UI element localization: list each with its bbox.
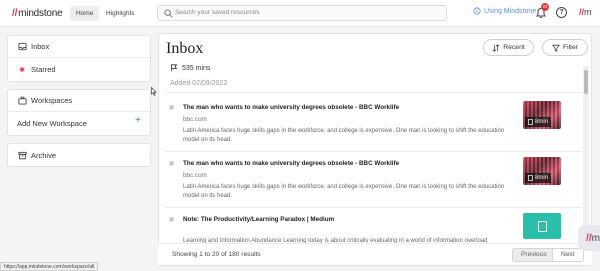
sidebar-item-workspaces[interactable]: Workspaces [8, 90, 150, 111]
sidebar-item-inbox[interactable]: Inbox [8, 36, 150, 57]
add-workspace-button[interactable]: + [135, 115, 141, 126]
archive-card: Archive [7, 143, 151, 167]
filter-button[interactable]: Filter [542, 39, 588, 56]
logo-text: mindstone [18, 8, 63, 19]
divider [165, 92, 583, 93]
note-icon [538, 221, 547, 232]
pagination-footer: Showing 1 to 20 of 180 results Previous … [158, 243, 592, 265]
search-icon [164, 9, 173, 18]
sidebar-item-label: Starred [31, 65, 56, 74]
results-count: Showing 1 to 20 of 180 results [172, 251, 261, 258]
resource-title[interactable]: The man who wants to make university deg… [183, 160, 399, 167]
inbox-starred-card: Inbox ✱ Starred [7, 35, 151, 82]
unread-dot-icon[interactable] [169, 161, 174, 166]
mouse-cursor-icon [151, 87, 157, 96]
scrollbar-thumb[interactable] [584, 70, 588, 94]
duration-badge: 8min [525, 117, 552, 127]
using-mindstone-label: Using Mindstone [484, 7, 537, 15]
unread-dot-icon[interactable] [169, 217, 174, 222]
total-reading-time: 535 mins [170, 64, 210, 72]
add-workspace-row[interactable]: Add New Workspace + [8, 112, 150, 135]
sidebar-item-starred[interactable]: ✱ Starred [8, 58, 150, 81]
total-time-text: 535 mins [182, 64, 211, 72]
mindstone-fab-button[interactable]: //m [578, 225, 600, 251]
sort-icon [492, 43, 500, 52]
inbox-panel: Inbox Recent Filter 535 mins Added 02/09… [158, 33, 592, 266]
status-url: https://app.mindstone.com/workspace/all [0, 262, 99, 271]
unread-dot-icon[interactable] [169, 105, 174, 110]
sidebar-item-label: Workspaces [31, 96, 73, 105]
resource-title[interactable]: Note: The Productivity/Learning Paradox … [183, 216, 334, 223]
search-input[interactable]: Search your saved resources [157, 5, 447, 21]
mini-logo-text: m [584, 7, 592, 17]
filter-icon [551, 44, 560, 52]
resource-source: bbc.com [183, 116, 207, 123]
resource-item[interactable]: The man who wants to make university deg… [169, 157, 569, 204]
page-title: Inbox [166, 40, 204, 57]
document-icon [528, 119, 533, 125]
sort-recent-button[interactable]: Recent [483, 39, 534, 56]
resource-description: Latin America faces huge skills gaps in … [183, 184, 505, 199]
flag-icon [171, 64, 178, 72]
resource-description: Latin America faces huge skills gaps in … [183, 128, 505, 143]
added-date: Added 02/09/2022 [170, 80, 228, 87]
resource-thumbnail[interactable]: 8min [523, 101, 561, 129]
duration-text: 8min [535, 119, 549, 125]
tab-highlights[interactable]: Highlights [100, 6, 141, 21]
resource-item[interactable]: The man who wants to make university deg… [169, 101, 569, 148]
help-icon[interactable]: ? [556, 7, 567, 18]
resource-source: bbc.com [183, 172, 207, 179]
document-icon [528, 175, 533, 181]
duration-badge: 8min [525, 173, 552, 183]
resource-thumbnail[interactable]: 8min [523, 157, 561, 185]
profile-logo-button[interactable]: //m [579, 7, 592, 17]
sort-recent-label: Recent [503, 44, 525, 51]
duration-text: 8min [535, 175, 549, 181]
notification-badge: 22 [541, 3, 549, 11]
divider [165, 207, 583, 208]
add-workspace-label: Add New Workspace [17, 119, 87, 128]
sidebar-item-label: Archive [31, 150, 57, 160]
previous-button[interactable]: Previous [512, 248, 556, 262]
sidebar-item-label: Inbox [31, 42, 50, 51]
scrollbar[interactable] [583, 66, 589, 236]
logo-slashes: // [12, 8, 18, 19]
archive-icon [17, 150, 27, 160]
search-placeholder: Search your saved resources [175, 9, 260, 16]
using-mindstone-link[interactable]: Using Mindstone [473, 7, 536, 15]
sidebar-item-archive[interactable]: Archive [8, 144, 150, 166]
fab-text: m [591, 232, 600, 244]
tab-home[interactable]: Home [70, 6, 100, 21]
briefcase-icon [17, 96, 27, 106]
info-icon [473, 7, 481, 15]
workspaces-card: Workspaces Add New Workspace + [7, 89, 151, 136]
resource-thumbnail[interactable] [523, 213, 561, 239]
star-icon: ✱ [19, 66, 25, 74]
top-bar: //mindstone Home Highlights Search your … [0, 0, 600, 27]
mindstone-logo[interactable]: //mindstone [12, 8, 63, 19]
inbox-icon [17, 42, 27, 52]
resource-title[interactable]: The man who wants to make university deg… [183, 104, 399, 111]
next-button[interactable]: Next [552, 248, 584, 262]
filter-label: Filter [562, 44, 579, 51]
divider [165, 151, 583, 152]
